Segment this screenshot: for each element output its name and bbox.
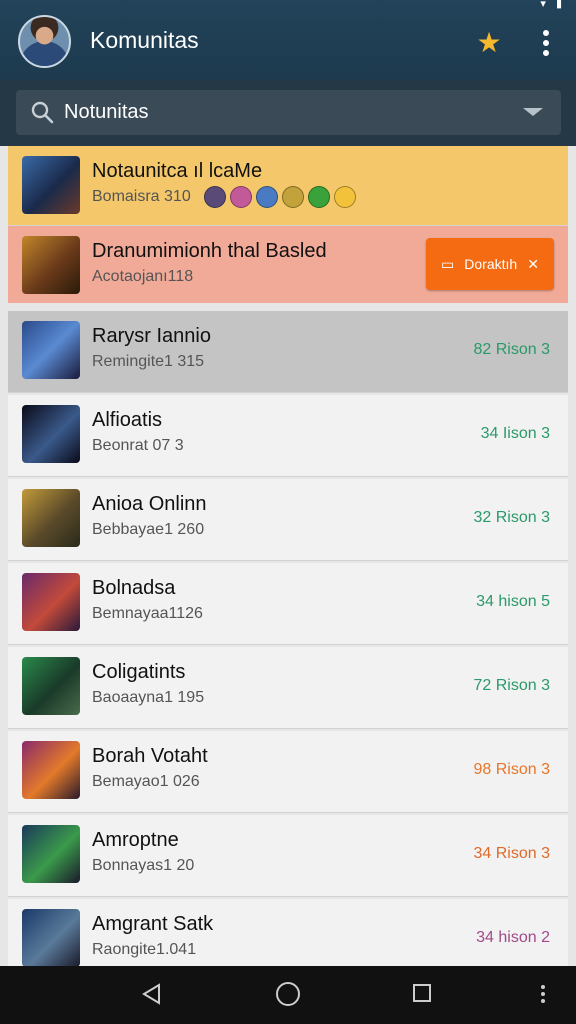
item-title: Coligatints xyxy=(92,661,186,683)
item-meta: 82 Rison 3 xyxy=(473,341,551,358)
item-title: Rarysr Iannio xyxy=(92,325,211,347)
close-icon: ✕ xyxy=(527,255,539,272)
item-subtitle: Acotaojanı118 xyxy=(92,268,194,285)
section-divider xyxy=(8,303,568,311)
list-item[interactable]: Coligatints Baoaayna1 195 72 Rison 3 xyxy=(8,647,568,729)
badge-icon xyxy=(230,186,252,208)
item-subtitle: Bebbayae1 260 xyxy=(92,521,205,538)
item-subtitle: Beonrat 07 3 xyxy=(92,437,184,454)
list-item[interactable]: Rarysr Iannio Remingite1 315 82 Rison 3 xyxy=(8,311,568,393)
item-title: Dranumimionh thal Basled xyxy=(92,240,327,262)
item-subtitle: Bemnayaa1126 xyxy=(92,605,203,622)
app-bar: Komunitas ★ xyxy=(0,0,576,80)
item-title: Alfioatis xyxy=(92,409,163,431)
game-thumbnail xyxy=(22,657,80,715)
badge-icon xyxy=(308,186,330,208)
game-thumbnail xyxy=(22,156,80,214)
list-item[interactable]: Amroptne Bonnayas1 20 34 Rison 3 xyxy=(8,815,568,897)
item-title: Amroptne xyxy=(92,829,179,851)
badge-icon xyxy=(334,186,356,208)
list-item[interactable]: Bolnadsa Bemnayaa1126 34 hison 5 xyxy=(8,563,568,645)
badge-icon xyxy=(256,186,278,208)
item-meta: 72 Rison 3 xyxy=(473,677,551,694)
item-subtitle: Bomaisra 310 xyxy=(92,188,191,205)
item-title: Bolnadsa xyxy=(92,577,176,599)
featured-item[interactable]: Dranumimionh thal Basled Acotaojanı118 ▭… xyxy=(8,226,568,303)
list-item[interactable]: Borah Votaht Bemayao1 026 98 Rison 3 xyxy=(8,731,568,813)
game-thumbnail xyxy=(22,321,80,379)
list-item[interactable]: Amgrant Satk Raongite1.041 34 hison 2 xyxy=(8,899,568,966)
item-subtitle: Baoaayna1 195 xyxy=(92,689,205,706)
item-meta: 34 Rison 3 xyxy=(473,845,551,862)
community-list: Notaunitca ıl lcaMe Bomaisra 310 Dranumi… xyxy=(8,146,568,966)
more-icon[interactable] xyxy=(541,985,545,1003)
search-section xyxy=(0,80,576,146)
more-options-icon[interactable] xyxy=(532,26,560,60)
game-thumbnail xyxy=(22,405,80,463)
item-meta: 32 Rison 3 xyxy=(473,509,551,526)
game-thumbnail xyxy=(22,489,80,547)
app-title: Komunitas xyxy=(90,27,199,53)
badge-list xyxy=(204,186,356,208)
game-thumbnail xyxy=(22,909,80,966)
badge-icon xyxy=(204,186,226,208)
item-title: Anioa Onlinn xyxy=(92,493,207,515)
signal-icon: ▾ xyxy=(540,0,546,10)
item-subtitle: Bemayao1 026 xyxy=(92,773,200,790)
status-bar: ▾ ▮ xyxy=(0,0,576,10)
download-button[interactable]: ▭ Doraktıh ✕ xyxy=(426,238,554,290)
tag-icon: ▭ xyxy=(441,255,455,272)
star-icon[interactable]: ★ xyxy=(474,28,504,58)
item-meta: 34 hison 5 xyxy=(476,593,550,610)
status-icons: ▾ ▮ xyxy=(540,0,562,10)
badge-icon xyxy=(282,186,304,208)
chevron-down-icon[interactable] xyxy=(523,108,543,116)
item-meta: 34 Iison 3 xyxy=(480,425,550,442)
search-bar[interactable] xyxy=(16,90,561,135)
item-title: Notaunitca ıl lcaMe xyxy=(92,160,263,182)
item-title: Borah Votaht xyxy=(92,745,208,767)
item-title: Amgrant Satk xyxy=(92,913,214,935)
list-item[interactable]: Anioa Onlinn Bebbayae1 260 32 Rison 3 xyxy=(8,479,568,561)
game-thumbnail xyxy=(22,825,80,883)
featured-item[interactable]: Notaunitca ıl lcaMe Bomaisra 310 xyxy=(8,146,568,226)
recent-apps-icon[interactable] xyxy=(413,984,431,1002)
battery-icon: ▮ xyxy=(555,0,562,10)
button-label: Doraktıh xyxy=(464,256,518,272)
list-item[interactable]: Alfioatis Beonrat 07 3 34 Iison 3 xyxy=(8,395,568,477)
home-icon[interactable] xyxy=(276,982,300,1006)
search-input[interactable] xyxy=(64,90,504,135)
search-icon xyxy=(31,101,54,124)
game-thumbnail xyxy=(22,573,80,631)
item-meta: 98 Rison 3 xyxy=(473,761,551,778)
game-thumbnail xyxy=(22,236,80,294)
back-icon[interactable] xyxy=(141,982,163,1006)
avatar[interactable] xyxy=(18,15,71,68)
game-thumbnail xyxy=(22,741,80,799)
item-subtitle: Raongite1.041 xyxy=(92,941,197,958)
item-meta: 34 hison 2 xyxy=(476,929,550,946)
item-subtitle: Remingite1 315 xyxy=(92,353,205,370)
item-subtitle: Bonnayas1 20 xyxy=(92,857,195,874)
navigation-bar xyxy=(0,966,576,1024)
